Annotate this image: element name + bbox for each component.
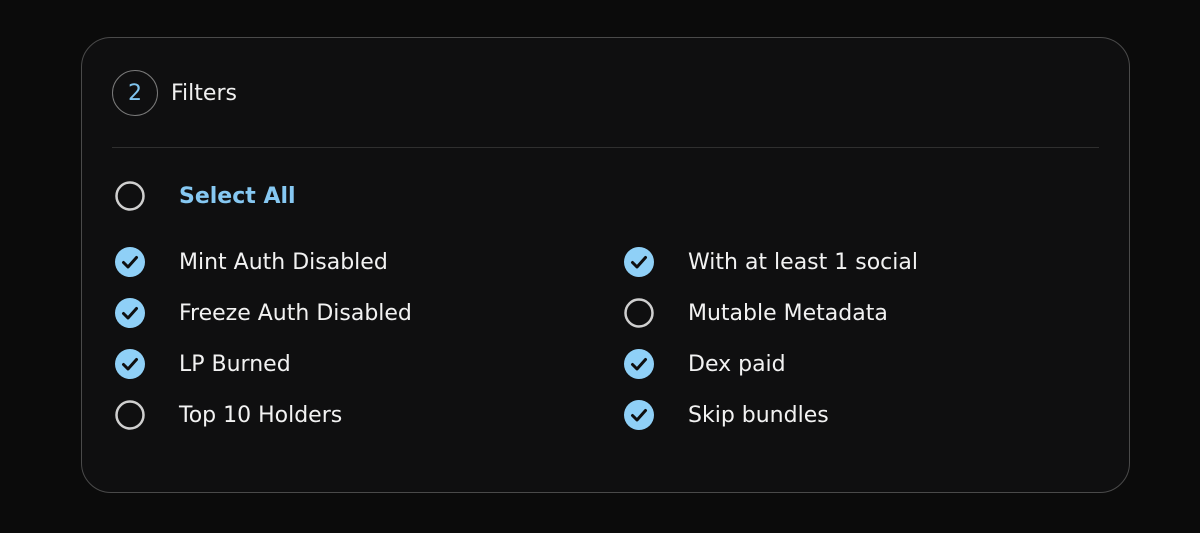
checked-circle-icon[interactable] bbox=[114, 246, 146, 278]
checked-circle-icon[interactable] bbox=[623, 348, 655, 380]
filter-option-lp-burned[interactable]: LP Burned bbox=[114, 346, 291, 382]
filter-option-top-10-holders[interactable]: Top 10 Holders bbox=[114, 397, 342, 433]
unchecked-circle-icon[interactable] bbox=[623, 297, 655, 329]
checked-circle-icon[interactable] bbox=[114, 348, 146, 380]
filters-header: 2 Filters bbox=[112, 69, 237, 117]
filter-option-skip-bundles[interactable]: Skip bundles bbox=[623, 397, 829, 433]
filter-option-mutable-metadata[interactable]: Mutable Metadata bbox=[623, 295, 888, 331]
filter-label: Mint Auth Disabled bbox=[179, 249, 388, 275]
filter-label: Mutable Metadata bbox=[688, 300, 888, 326]
filter-label: Freeze Auth Disabled bbox=[179, 300, 412, 326]
checked-circle-icon[interactable] bbox=[623, 246, 655, 278]
filter-option-mint-auth-disabled[interactable]: Mint Auth Disabled bbox=[114, 244, 388, 280]
filter-label: Skip bundles bbox=[688, 402, 829, 428]
section-title: Filters bbox=[171, 80, 237, 106]
checked-circle-icon[interactable] bbox=[623, 399, 655, 431]
checked-circle-icon[interactable] bbox=[114, 297, 146, 329]
filter-label: Top 10 Holders bbox=[179, 402, 343, 428]
filter-label: LP Burned bbox=[179, 351, 291, 377]
filter-option-freeze-auth-disabled[interactable]: Freeze Auth Disabled bbox=[114, 295, 412, 331]
filter-option-with-at-least-1-social[interactable]: With at least 1 social bbox=[623, 244, 918, 280]
unchecked-circle-icon[interactable] bbox=[114, 399, 146, 431]
filter-label: Dex paid bbox=[688, 351, 786, 377]
select-all-option[interactable]: Select All bbox=[114, 178, 296, 214]
filters-panel: 2 Filters Select All Mint Auth Disabled … bbox=[81, 37, 1130, 493]
select-all-unchecked-circle-icon[interactable] bbox=[114, 180, 146, 212]
filter-option-dex-paid[interactable]: Dex paid bbox=[623, 346, 786, 382]
select-all-label: Select All bbox=[179, 183, 296, 209]
step-number-badge: 2 bbox=[112, 70, 158, 116]
filter-label: With at least 1 social bbox=[688, 249, 918, 275]
header-divider bbox=[112, 147, 1099, 148]
